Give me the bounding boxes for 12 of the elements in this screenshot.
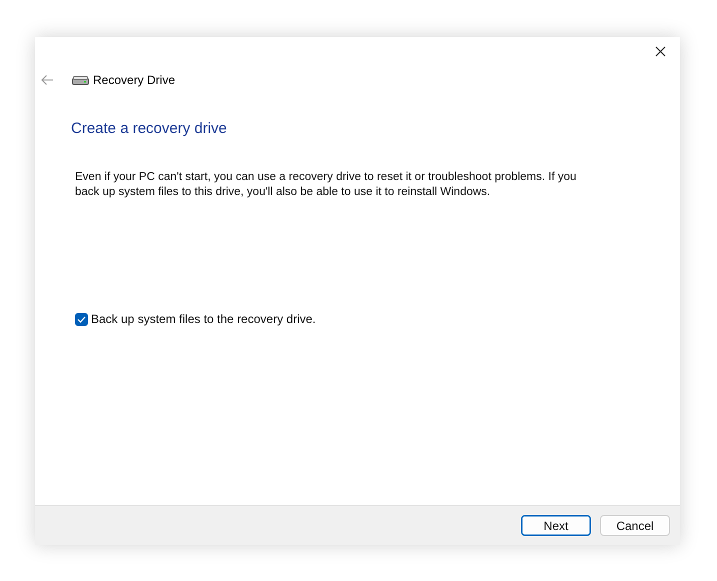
cancel-button[interactable]: Cancel [600, 515, 670, 536]
window-title: Recovery Drive [93, 73, 176, 87]
backup-checkbox[interactable] [75, 312, 88, 326]
description-text: Even if your PC can't start, you can use a recovery drive to reset it or troubleshoot problems. If you back up system files to this drive, you'll also be able to use it to reinstall Windows. [75, 170, 578, 200]
close-icon [654, 46, 666, 56]
next-button[interactable]: Next [521, 515, 591, 536]
back-button[interactable] [40, 73, 54, 87]
checkmark-icon [77, 316, 86, 322]
checkbox-label: Back up system files to the recovery drive. [91, 312, 316, 326]
page-heading: Create a recovery drive [71, 120, 228, 137]
back-arrow-icon [40, 73, 54, 87]
drive-icon [72, 76, 89, 84]
